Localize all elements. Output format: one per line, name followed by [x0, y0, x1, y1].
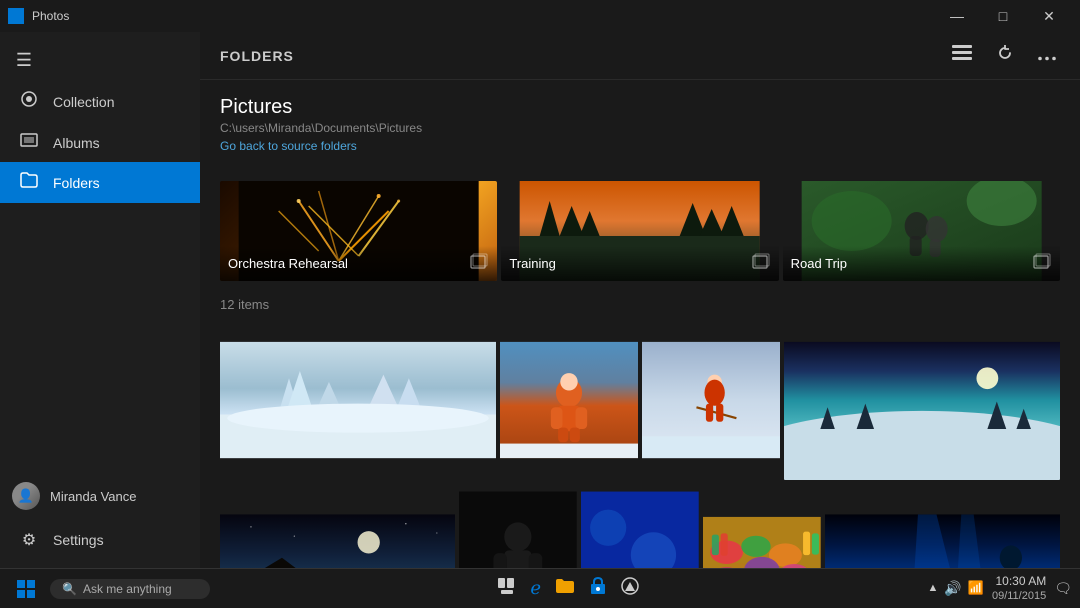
collection-icon [19, 90, 39, 113]
photos-row-2 [220, 484, 1060, 568]
clock[interactable]: 10:30 AM 09/11/2015 [992, 574, 1046, 604]
sidebar: ☰ Collection Albums [0, 32, 200, 568]
user-profile-item[interactable]: 👤 Miranda Vance [0, 472, 200, 520]
title-bar: Photos — □ ✕ [0, 0, 1080, 32]
collection-label: Collection [53, 94, 114, 110]
main-header: FOLDERS [200, 32, 1080, 80]
photo-food-market[interactable] [703, 484, 821, 568]
list-view-button[interactable] [948, 43, 976, 68]
maximize-button[interactable]: □ [980, 0, 1026, 32]
taskbar: 🔍 Ask me anything ℯ [0, 568, 1080, 608]
photo-snow-wide[interactable] [220, 320, 496, 480]
photo-sunset-hill[interactable] [784, 320, 1060, 480]
minimize-button[interactable]: — [934, 0, 980, 32]
content-area: Pictures C:\users\Miranda\Documents\Pict… [200, 80, 1080, 568]
tray-chevron[interactable]: ▲ [927, 582, 938, 594]
folder-label-training: Training [501, 246, 778, 281]
settings-label: Settings [53, 532, 104, 548]
sidebar-item-settings[interactable]: ⚙ Settings [0, 520, 200, 560]
volume-icon[interactable]: 🔊 [944, 580, 961, 597]
sidebar-item-collection[interactable]: Collection [0, 80, 200, 123]
photo-orange-child[interactable] [500, 320, 638, 480]
folder-stack-icon-2 [751, 252, 771, 275]
hamburger-icon: ☰ [16, 50, 32, 71]
section-title: Pictures [220, 96, 1060, 119]
photo-cabin-night[interactable] [220, 484, 455, 568]
folders-label: Folders [53, 175, 100, 191]
avatar: 👤 [12, 482, 40, 510]
photo-silhouette[interactable] [459, 484, 577, 568]
folder-card-orchestra[interactable]: Orchestra Rehearsal [220, 181, 497, 281]
search-icon: 🔍 [62, 582, 77, 596]
taskbar-right: ▲ 🔊 📶 10:30 AM 09/11/2015 🗨 [927, 574, 1072, 604]
explorer-icon[interactable] [555, 578, 575, 599]
folder-label-orchestra: Orchestra Rehearsal [220, 246, 497, 281]
sidebar-top: ☰ Collection Albums [0, 32, 200, 211]
section-path: C:\users\Miranda\Documents\Pictures [220, 121, 1060, 135]
window-controls: — □ ✕ [934, 0, 1072, 32]
settings-icon: ⚙ [19, 530, 39, 550]
folder-card-training[interactable]: Training [501, 181, 778, 281]
search-placeholder: Ask me anything [83, 582, 172, 596]
network-icon[interactable]: 📶 [968, 580, 984, 596]
app-title: Photos [32, 9, 69, 23]
main-content: FOLDERS [200, 32, 1080, 568]
sys-tray-icons: ▲ 🔊 📶 [927, 580, 984, 597]
time-display: 10:30 AM [992, 574, 1046, 590]
folders-grid: Orchestra Rehearsal [220, 181, 1060, 281]
items-count: 12 items [220, 297, 1060, 312]
avatar-initials: 👤 [12, 482, 40, 510]
taskbar-left: 🔍 Ask me anything [8, 571, 210, 607]
close-button[interactable]: ✕ [1026, 0, 1072, 32]
page-title: FOLDERS [220, 48, 294, 64]
refresh-button[interactable] [992, 42, 1018, 69]
folder-label-roadtrip: Road Trip [783, 246, 1060, 281]
folder-stack-icon [469, 252, 489, 275]
photos-row-1 [220, 320, 1060, 480]
photos-taskbar-icon[interactable] [621, 577, 639, 600]
taskview-icon[interactable] [498, 578, 516, 599]
title-bar-left: Photos [8, 8, 69, 24]
photos-grid [220, 320, 1060, 568]
photo-blue-texture[interactable] [581, 484, 699, 568]
albums-label: Albums [53, 135, 100, 151]
sidebar-item-folders[interactable]: Folders [0, 162, 200, 203]
folder-stack-icon-3 [1032, 252, 1052, 275]
app-icon [8, 8, 24, 24]
albums-icon [19, 133, 39, 152]
sidebar-item-albums[interactable]: Albums [0, 123, 200, 162]
date-display: 09/11/2015 [992, 589, 1046, 603]
search-bar[interactable]: 🔍 Ask me anything [50, 579, 210, 599]
back-link[interactable]: Go back to source folders [220, 139, 357, 153]
hamburger-button[interactable]: ☰ [0, 40, 48, 80]
store-icon[interactable] [589, 577, 607, 600]
user-name: Miranda Vance [50, 489, 136, 504]
start-button[interactable] [8, 571, 44, 607]
app-body: ☰ Collection Albums [0, 32, 1080, 568]
sidebar-bottom: 👤 Miranda Vance ⚙ Settings [0, 472, 200, 568]
folders-icon [19, 172, 39, 193]
folder-card-roadtrip[interactable]: Road Trip [783, 181, 1060, 281]
photo-skiing-child[interactable] [642, 320, 780, 480]
action-center-icon[interactable]: 🗨 [1054, 580, 1072, 597]
edge-icon[interactable]: ℯ [530, 578, 541, 599]
header-actions [948, 42, 1060, 69]
taskbar-center: ℯ [498, 577, 639, 600]
more-options-button[interactable] [1034, 43, 1060, 68]
photo-underwater[interactable] [825, 484, 1060, 568]
